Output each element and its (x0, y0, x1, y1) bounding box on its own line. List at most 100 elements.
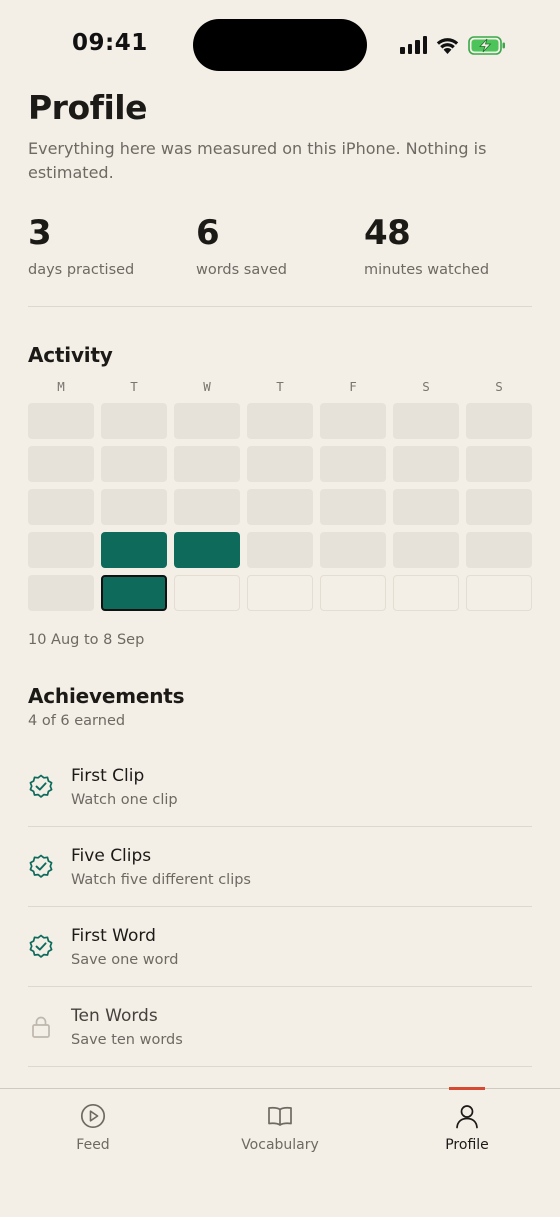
weekday-label: S (422, 379, 430, 394)
weekday-label: F (349, 379, 357, 394)
activity-day (28, 403, 94, 439)
weekday-label: T (130, 379, 138, 394)
tab-bar: Feed Vocabulary Profile (0, 1087, 560, 1217)
achievement-five-clips[interactable]: Five Clips Watch five different clips (28, 827, 532, 907)
achievements-list: First Clip Watch one clip Five Clips Wat… (28, 747, 532, 1067)
achievement-name: First Clip (71, 765, 145, 786)
status-bar: 09:41 (0, 0, 560, 90)
achievement-name: Five Clips (71, 845, 152, 866)
activity-day (28, 575, 94, 611)
activity-day-active (174, 532, 240, 568)
activity-day (247, 489, 313, 525)
tab-selected-indicator (449, 1087, 485, 1090)
achievement-first-word[interactable]: First Word Save one word (28, 907, 532, 987)
activity-day-future (174, 575, 240, 611)
achievement-description: Watch five different clips (71, 871, 251, 888)
activity-day (466, 532, 532, 568)
divider (28, 306, 532, 307)
status-time: 09:41 (72, 30, 148, 56)
activity-day (28, 446, 94, 482)
tab-vocabulary[interactable]: Vocabulary (187, 1089, 373, 1169)
achievement-text: Five Clips Watch five different clips (71, 846, 251, 888)
stat-label: days practised (28, 262, 135, 278)
stat-words-saved: 6 words saved (196, 213, 364, 278)
activity-day (320, 489, 386, 525)
activity-day (101, 446, 167, 482)
achievements-title: Achievements (28, 684, 185, 708)
activity-day (466, 489, 532, 525)
stat-days-practised: 3 days practised (28, 213, 196, 278)
activity-day-future (247, 575, 313, 611)
activity-day (320, 446, 386, 482)
stat-value: 3 (28, 213, 52, 253)
activity-day-active (101, 532, 167, 568)
activity-day (174, 403, 240, 439)
achievement-text: Ten Words Save ten words (71, 1006, 183, 1048)
battery-charging-icon (468, 35, 505, 55)
activity-day (101, 403, 167, 439)
tab-label: Feed (76, 1137, 110, 1153)
weekday-label: M (57, 379, 65, 394)
achievements-count: 4 of 6 earned (28, 713, 126, 729)
stat-label: words saved (196, 262, 287, 278)
tab-label: Profile (445, 1137, 489, 1153)
weekday-label: S (495, 379, 503, 394)
badge-check-icon (28, 934, 54, 960)
page-subtitle: Everything here was measured on this iPh… (28, 139, 487, 182)
weekday-header: M T W T F S S (28, 379, 532, 394)
weekday-label: T (276, 379, 284, 394)
activity-day (28, 489, 94, 525)
stat-minutes-watched: 48 minutes watched (364, 213, 532, 278)
page-title: Profile (28, 88, 148, 127)
activity-day-future (320, 575, 386, 611)
person-icon (456, 1105, 478, 1129)
achievement-name: First Word (71, 925, 156, 946)
activity-day-future (393, 575, 459, 611)
stats-row: 3 days practised 6 words saved 48 minute… (28, 213, 532, 278)
wifi-icon (436, 37, 459, 54)
open-book-icon (268, 1106, 292, 1126)
achievement-description: Save ten words (71, 1031, 183, 1048)
achievement-name: Ten Words (71, 1005, 158, 1026)
activity-day (28, 532, 94, 568)
activity-grid (28, 403, 532, 611)
activity-day (247, 403, 313, 439)
activity-day (320, 403, 386, 439)
activity-day (466, 403, 532, 439)
achievement-ten-words[interactable]: Ten Words Save ten words (28, 987, 532, 1067)
activity-day (393, 403, 459, 439)
achievement-text: First Clip Watch one clip (71, 766, 178, 808)
activity-day (466, 446, 532, 482)
tab-label: Vocabulary (241, 1137, 319, 1153)
stat-label: minutes watched (364, 262, 490, 278)
cellular-signal-icon (400, 36, 427, 54)
activity-day (247, 532, 313, 568)
achievement-first-clip[interactable]: First Clip Watch one clip (28, 747, 532, 827)
badge-check-icon (28, 774, 54, 800)
stat-value: 48 (364, 213, 411, 253)
activity-day (393, 446, 459, 482)
achievement-text: First Word Save one word (71, 926, 178, 968)
activity-day (247, 446, 313, 482)
activity-date-range: 10 Aug to 8 Sep (28, 632, 145, 648)
weekday-label: W (203, 379, 211, 394)
profile-content: Profile Everything here was measured on … (28, 88, 532, 1067)
activity-day (320, 532, 386, 568)
stat-value: 6 (196, 213, 220, 253)
activity-day (101, 489, 167, 525)
activity-day-future (466, 575, 532, 611)
lock-icon (28, 1014, 54, 1040)
tab-profile[interactable]: Profile (374, 1087, 560, 1169)
play-circle-icon (80, 1103, 106, 1129)
activity-day (174, 489, 240, 525)
status-icons (400, 34, 506, 56)
activity-day (393, 532, 459, 568)
activity-day (393, 489, 459, 525)
achievement-description: Save one word (71, 951, 179, 968)
activity-day (174, 446, 240, 482)
activity-title: Activity (28, 343, 113, 367)
achievement-description: Watch one clip (71, 791, 178, 808)
dynamic-island (193, 19, 367, 71)
tab-feed[interactable]: Feed (0, 1089, 186, 1169)
activity-day-active (101, 575, 167, 611)
